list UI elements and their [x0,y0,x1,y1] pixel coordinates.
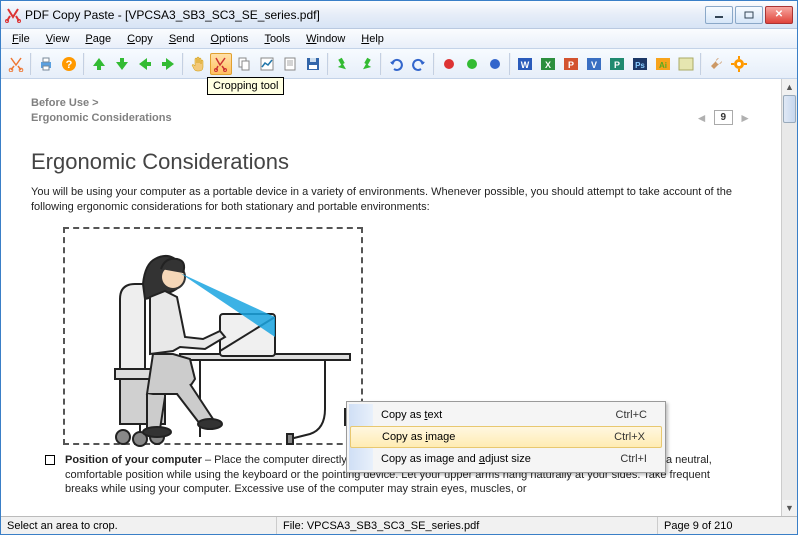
svg-text:?: ? [66,59,73,71]
visio-icon[interactable]: V [583,53,605,75]
document-area[interactable]: Before Use > Ergonomic Considerations ◄ … [1,79,781,516]
crop-selection[interactable] [63,227,363,445]
svg-text:W: W [521,60,530,70]
scroll-down-icon[interactable]: ▼ [782,500,797,516]
shortcut: Ctrl+C [616,409,647,421]
excel-icon[interactable]: X [537,53,559,75]
menu-window[interactable]: Window [299,31,352,47]
crop-icon[interactable] [210,53,232,75]
arrow-left-icon[interactable] [134,53,156,75]
arrow-down-icon[interactable] [111,53,133,75]
ctx-copy-image-adjust[interactable]: Copy as image and adjust sizeCtrl+I [349,448,663,470]
svg-text:X: X [545,60,551,70]
menu-view[interactable]: View [39,31,77,47]
dot-green-icon[interactable] [461,53,483,75]
scroll-thumb[interactable] [783,95,796,123]
illustrator-icon[interactable]: Ai [652,53,674,75]
pager: ◄ 9 ► [696,110,751,125]
window-title: PDF Copy Paste - [VPCSA3_SB3_SC3_SE_seri… [25,8,705,22]
menu-copy[interactable]: Copy [120,31,160,47]
word-icon[interactable]: W [514,53,536,75]
app-icon [5,7,21,23]
scroll-track[interactable] [782,95,797,500]
intro-text: You will be using your computer as a por… [31,185,751,215]
rotate-right-icon[interactable] [355,53,377,75]
svg-text:Ps: Ps [635,61,645,70]
hand-icon[interactable] [187,53,209,75]
arrow-right-icon[interactable] [157,53,179,75]
svg-text:P: P [614,60,620,70]
context-menu: Copy as textCtrl+C Copy as imageCtrl+X C… [346,401,666,473]
bullet-box-icon [45,455,55,465]
save-icon[interactable] [302,53,324,75]
photoshop-icon[interactable]: Ps [629,53,651,75]
menu-tools[interactable]: Tools [257,31,297,47]
dot-red-icon[interactable] [438,53,460,75]
page-title: Ergonomic Considerations [31,149,751,175]
arrow-up-icon[interactable] [88,53,110,75]
copy-icon[interactable] [233,53,255,75]
menu-file[interactable]: File [5,31,37,47]
shortcut: Ctrl+X [614,431,645,443]
ctx-copy-image[interactable]: Copy as imageCtrl+X [350,426,662,448]
chevron-left-icon[interactable]: ◄ [696,111,708,125]
titlebar: PDF Copy Paste - [VPCSA3_SB3_SC3_SE_seri… [1,1,797,29]
powerpoint-icon[interactable]: P [560,53,582,75]
status-file: File: VPCSA3_SB3_SC3_SE_series.pdf [276,517,485,534]
page-icon[interactable] [279,53,301,75]
shortcut: Ctrl+I [620,453,647,465]
gear-icon[interactable] [728,53,750,75]
close-button[interactable]: ✕ [765,6,793,24]
svg-text:P: P [568,60,574,70]
status-page: Page 9 of 210 [657,517,797,534]
menu-help[interactable]: Help [354,31,391,47]
redo-icon[interactable] [408,53,430,75]
scroll-up-icon[interactable]: ▲ [782,79,797,95]
statusbar: Select an area to crop. File: VPCSA3_SB3… [1,516,797,534]
chevron-right-icon[interactable]: ► [739,111,751,125]
help-icon[interactable]: ? [58,53,80,75]
publisher-icon[interactable]: P [606,53,628,75]
wrench-icon[interactable] [705,53,727,75]
ctx-copy-text[interactable]: Copy as textCtrl+C [349,404,663,426]
breadcrumb-1: Before Use > [31,97,751,109]
menu-send[interactable]: Send [162,31,202,47]
scissors-icon[interactable] [5,53,27,75]
chart-icon[interactable] [256,53,278,75]
breadcrumb-2: Ergonomic Considerations [31,112,172,124]
rotate-left-icon[interactable] [332,53,354,75]
dot-blue-icon[interactable] [484,53,506,75]
status-left: Select an area to crop. [1,517,276,534]
undo-icon[interactable] [385,53,407,75]
toolbar: ? W X P V P Ps Ai Cropping tool [1,49,797,79]
minimize-button[interactable] [705,6,733,24]
svg-text:Ai: Ai [659,61,667,70]
menubar: File View Page Copy Send Options Tools W… [1,29,797,49]
maximize-button[interactable] [735,6,763,24]
tooltip: Cropping tool [207,77,284,95]
bullet-title: Position of your computer [65,454,202,466]
print-icon[interactable] [35,53,57,75]
page-number: 9 [714,110,734,125]
scrollbar[interactable]: ▲ ▼ [781,79,797,516]
svg-text:V: V [591,60,597,70]
menu-page[interactable]: Page [78,31,118,47]
app-icon-other[interactable] [675,53,697,75]
menu-options[interactable]: Options [204,31,256,47]
